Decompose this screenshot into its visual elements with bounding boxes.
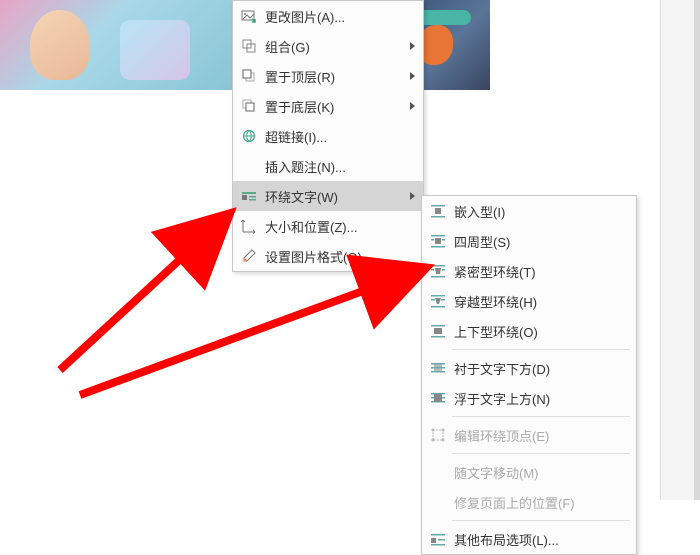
wrap-text-icon	[239, 186, 259, 206]
context-menu: 更改图片(A)... 组合(G) 置于顶层(R) 置于底层(K) 超链接(I).…	[232, 0, 424, 272]
menu-label: 设置图片格式(O)...	[265, 247, 423, 266]
caption-icon	[239, 156, 259, 176]
menu-label: 上下型环绕(O)	[454, 322, 636, 341]
chevron-right-icon	[410, 42, 415, 50]
menu-separator	[452, 416, 630, 417]
menu-item-insert-caption[interactable]: 插入题注(N)...	[233, 151, 423, 181]
menu-separator	[452, 520, 630, 521]
chevron-right-icon	[410, 72, 415, 80]
edit-points-icon	[428, 425, 448, 445]
chevron-right-icon	[410, 192, 415, 200]
menu-separator	[452, 349, 630, 350]
menu-item-hyperlink[interactable]: 超链接(I)...	[233, 121, 423, 151]
menu-item-wrap-text[interactable]: 环绕文字(W)	[233, 181, 423, 211]
format-picture-icon	[239, 246, 259, 266]
wrap-through-icon	[428, 291, 448, 311]
menu-item-more-layout[interactable]: 其他布局选项(L)...	[422, 524, 636, 554]
menu-label: 浮于文字上方(N)	[454, 389, 636, 408]
menu-item-inline[interactable]: 嵌入型(I)	[422, 196, 636, 226]
menu-label: 更改图片(A)...	[265, 7, 423, 26]
menu-item-change-picture[interactable]: 更改图片(A)...	[233, 1, 423, 31]
menu-label: 修复页面上的位置(F)	[454, 493, 636, 512]
bring-to-front-icon	[239, 66, 259, 86]
menu-label: 穿越型环绕(H)	[454, 292, 636, 311]
annotation-arrow-2	[80, 270, 420, 395]
menu-item-bring-front[interactable]: 置于顶层(R)	[233, 61, 423, 91]
menu-item-fix-position: 修复页面上的位置(F)	[422, 487, 636, 517]
wrap-inline-icon	[428, 201, 448, 221]
menu-item-through[interactable]: 穿越型环绕(H)	[422, 286, 636, 316]
document-image-left	[0, 0, 238, 90]
menu-label: 大小和位置(Z)...	[265, 217, 423, 236]
menu-label: 嵌入型(I)	[454, 202, 636, 221]
annotation-arrow-1	[60, 218, 225, 370]
menu-label: 置于底层(K)	[265, 97, 423, 116]
wrap-square-icon	[428, 231, 448, 251]
menu-label: 置于顶层(R)	[265, 67, 423, 86]
menu-label: 紧密型环绕(T)	[454, 262, 636, 281]
menu-label: 环绕文字(W)	[265, 187, 423, 206]
menu-item-front-text[interactable]: 浮于文字上方(N)	[422, 383, 636, 413]
more-layout-icon	[428, 529, 448, 549]
send-to-back-icon	[239, 96, 259, 116]
blank-icon	[428, 462, 448, 482]
menu-label: 超链接(I)...	[265, 127, 423, 146]
menu-label: 四周型(S)	[454, 232, 636, 251]
menu-label: 衬于文字下方(D)	[454, 359, 636, 378]
chevron-right-icon	[410, 102, 415, 110]
menu-item-move-with-text: 随文字移动(M)	[422, 457, 636, 487]
wrap-front-icon	[428, 388, 448, 408]
menu-label: 插入题注(N)...	[265, 157, 423, 176]
menu-label: 其他布局选项(L)...	[454, 530, 636, 549]
scrollbar-area[interactable]	[660, 0, 700, 500]
menu-item-top-bottom[interactable]: 上下型环绕(O)	[422, 316, 636, 346]
blank-icon	[428, 492, 448, 512]
menu-item-edit-wrap-points: 编辑环绕顶点(E)	[422, 420, 636, 450]
menu-item-send-back[interactable]: 置于底层(K)	[233, 91, 423, 121]
menu-item-tight[interactable]: 紧密型环绕(T)	[422, 256, 636, 286]
menu-label: 编辑环绕顶点(E)	[454, 426, 636, 445]
menu-item-format-picture[interactable]: 设置图片格式(O)...	[233, 241, 423, 271]
group-icon	[239, 36, 259, 56]
wrap-behind-icon	[428, 358, 448, 378]
menu-item-behind-text[interactable]: 衬于文字下方(D)	[422, 353, 636, 383]
size-position-icon	[239, 216, 259, 236]
menu-label: 组合(G)	[265, 37, 423, 56]
change-picture-icon	[239, 6, 259, 26]
hyperlink-icon	[239, 126, 259, 146]
menu-item-square[interactable]: 四周型(S)	[422, 226, 636, 256]
menu-label: 随文字移动(M)	[454, 463, 636, 482]
menu-item-group[interactable]: 组合(G)	[233, 31, 423, 61]
menu-item-size-position[interactable]: 大小和位置(Z)...	[233, 211, 423, 241]
wrap-text-submenu: 嵌入型(I) 四周型(S) 紧密型环绕(T) 穿越型环绕(H) 上下型环绕(O)…	[421, 195, 637, 555]
wrap-tight-icon	[428, 261, 448, 281]
menu-separator	[452, 453, 630, 454]
wrap-top-bottom-icon	[428, 321, 448, 341]
